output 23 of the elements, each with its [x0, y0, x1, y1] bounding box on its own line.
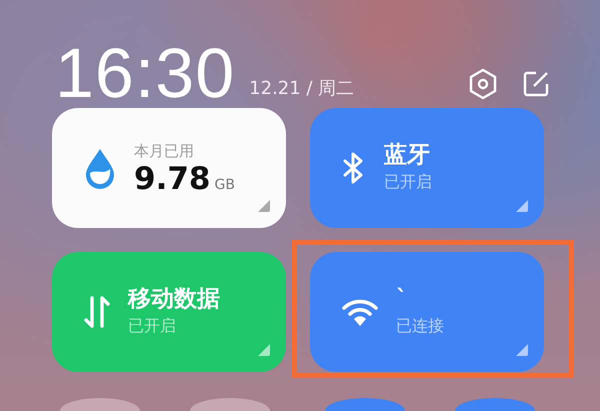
date-text: 12.21 / 周二	[249, 77, 354, 101]
expand-corner-icon[interactable]	[258, 200, 270, 212]
tile-status: 已开启	[128, 314, 177, 337]
tile-status: 已开启	[384, 170, 432, 193]
tile-title: 蓝牙	[384, 142, 431, 170]
tile-title: `	[396, 286, 408, 314]
tile-status: 已连接	[396, 314, 444, 337]
water-drop-icon	[84, 147, 116, 189]
tile-title: 移动数据	[128, 286, 220, 314]
bluetooth-tile[interactable]: 蓝牙 已开启	[310, 108, 544, 228]
cellular-tile[interactable]: 移动数据 已开启	[52, 252, 286, 372]
clock-time: 16:30	[55, 38, 236, 108]
expand-corner-icon[interactable]	[258, 344, 270, 356]
usage-unit: GB	[214, 176, 235, 195]
expand-corner-icon[interactable]	[516, 344, 528, 356]
data-usage-tile[interactable]: 本月已用 9.78 GB	[52, 108, 286, 228]
expand-corner-icon[interactable]	[516, 200, 528, 212]
usage-label: 本月已用	[134, 141, 195, 162]
wifi-icon	[342, 297, 378, 327]
usage-value: 9.78	[134, 162, 210, 196]
settings-icon[interactable]	[468, 68, 498, 100]
wifi-tile[interactable]: ` 已连接	[310, 252, 544, 372]
edit-icon[interactable]	[522, 70, 550, 98]
